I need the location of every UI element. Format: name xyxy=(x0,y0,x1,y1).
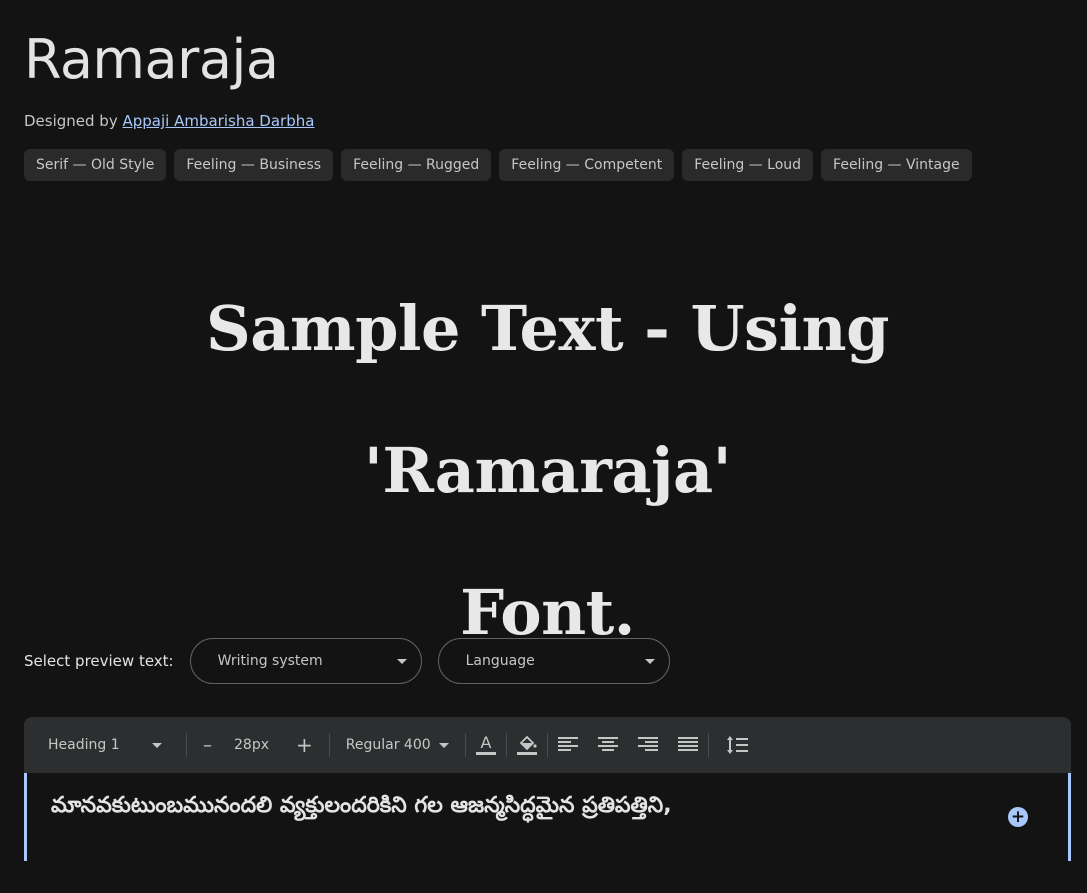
editor-toolbar: Heading 1 – 28px + Regular 400 A xyxy=(24,717,1071,773)
preview-select-label: Select preview text: xyxy=(24,652,174,670)
font-size-value[interactable]: 28px xyxy=(234,737,269,753)
tag-chip[interactable]: Feeling — Rugged xyxy=(341,149,492,181)
toolbar-divider xyxy=(186,733,187,757)
designer-line: Designed by Appaji Ambarisha Darbha xyxy=(24,110,314,132)
sample-text: Sample Text - Using 'Ramaraja' Font. xyxy=(24,258,1071,684)
toolbar-divider xyxy=(707,733,709,757)
toolbar-divider xyxy=(464,733,466,757)
chevron-down-icon xyxy=(644,659,655,664)
chevron-down-icon xyxy=(396,659,407,664)
tag-chip[interactable]: Serif — Old Style xyxy=(24,149,167,181)
align-justify-icon[interactable] xyxy=(676,733,700,757)
toolbar-divider xyxy=(505,733,507,757)
toolbar-divider xyxy=(546,733,548,757)
designer-link[interactable]: Appaji Ambarisha Darbha xyxy=(123,112,315,130)
weight-select[interactable]: Regular 400 xyxy=(346,737,449,753)
chevron-down-icon xyxy=(152,742,162,748)
sample-text-line: Sample Text - Using 'Ramaraja' xyxy=(206,292,889,507)
highlight-color-icon[interactable] xyxy=(515,733,539,757)
align-center-icon[interactable] xyxy=(596,733,620,757)
preview-text[interactable]: మానవకుటుంబమునందలి వ్యక్తులందరికిని గల ఆజ… xyxy=(51,793,672,823)
style-value: Heading 1 xyxy=(48,737,120,753)
chevron-down-icon xyxy=(438,742,449,748)
align-right-icon[interactable] xyxy=(636,733,660,757)
weight-value: Regular 400 xyxy=(345,737,431,753)
svg-text:A: A xyxy=(480,733,491,752)
line-height-icon[interactable] xyxy=(725,733,749,757)
toolbar-divider xyxy=(328,733,330,757)
tag-chip[interactable]: Feeling — Competent xyxy=(499,149,675,181)
text-color-icon[interactable]: A xyxy=(474,733,498,757)
tag-chip[interactable]: Feeling — Loud xyxy=(682,149,814,181)
designed-by-label: Designed by xyxy=(24,112,118,130)
font-specimen-page: Ramaraja Designed by Appaji Ambarisha Da… xyxy=(0,0,1087,893)
decrease-size-button[interactable]: – xyxy=(203,735,212,756)
align-left-icon[interactable] xyxy=(556,733,580,757)
preview-select-row: Select preview text: Writing system Lang… xyxy=(24,637,686,685)
language-select[interactable]: Language xyxy=(437,638,670,684)
language-value: Language xyxy=(465,653,535,669)
tag-chip[interactable]: Feeling — Business xyxy=(174,149,334,181)
add-icon[interactable]: + xyxy=(1008,807,1028,827)
writing-system-value: Writing system xyxy=(217,653,323,669)
tag-chip[interactable]: Feeling — Vintage xyxy=(821,149,972,181)
preview-editor[interactable]: మానవకుటుంబమునందలి వ్యక్తులందరికిని గల ఆజ… xyxy=(24,773,1071,861)
tag-list: Serif — Old Style Feeling — Business Fee… xyxy=(24,149,972,181)
font-title: Ramaraja xyxy=(24,28,279,91)
writing-system-select[interactable]: Writing system xyxy=(189,638,422,684)
increase-size-button[interactable]: + xyxy=(296,733,313,757)
style-select[interactable]: Heading 1 xyxy=(48,737,162,753)
